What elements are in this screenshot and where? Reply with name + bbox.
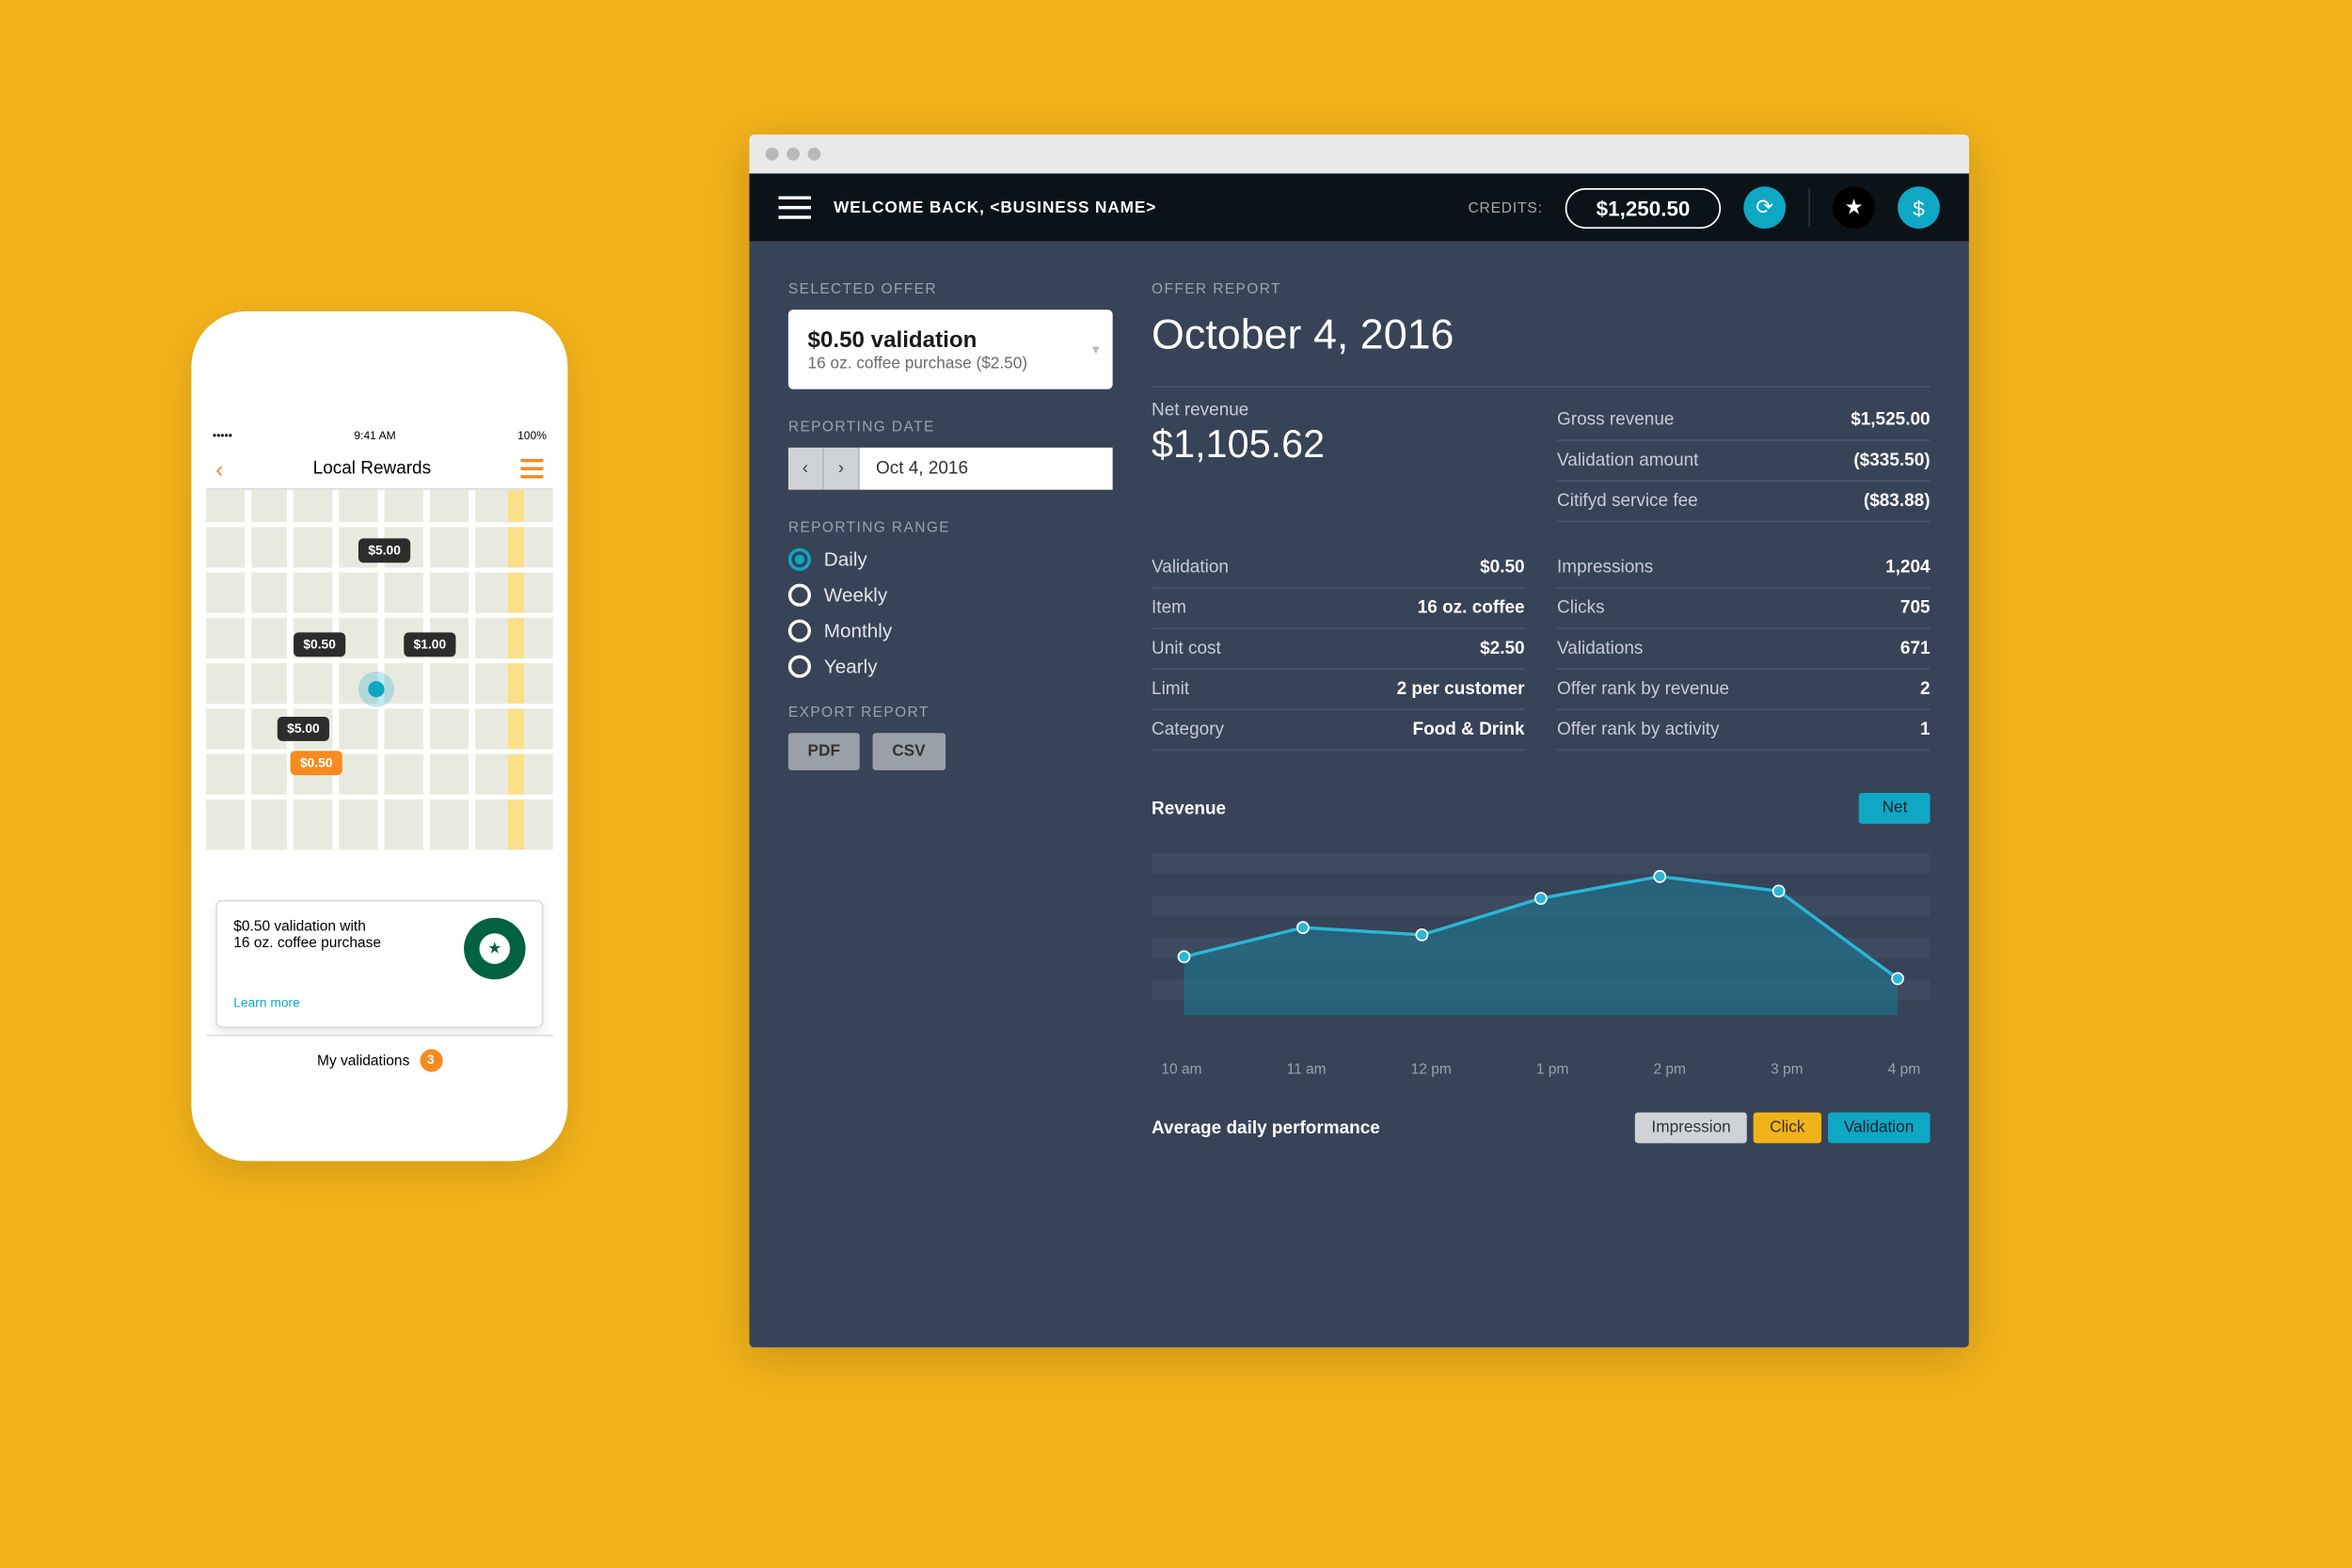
range-daily[interactable]: Daily <box>788 548 1113 571</box>
map-view[interactable]: $5.00 $0.50 $1.00 $5.00 $0.50 <box>206 490 553 850</box>
stat-row: Validation amount($335.50) <box>1557 441 1931 482</box>
export-pdf-button[interactable]: PDF <box>788 733 860 770</box>
avg-performance-section: Average daily performance Impression Cli… <box>1152 1113 1931 1144</box>
map-pin[interactable]: $0.50 <box>294 632 345 657</box>
selected-offer-label: SELECTED OFFER <box>788 280 1113 296</box>
status-bar: ••••• 9:41 AM 100% <box>206 425 553 448</box>
offer-report-label: OFFER REPORT <box>1152 280 1931 296</box>
menu-icon[interactable] <box>779 197 811 219</box>
divider <box>1808 188 1810 227</box>
stat-row: Citifyd service fee($83.88) <box>1557 482 1931 522</box>
selected-offer-dropdown[interactable]: $0.50 validation 16 oz. coffee purchase … <box>788 309 1113 388</box>
date-prev-button[interactable]: ‹ <box>788 448 824 490</box>
chart-x-axis: 10 am11 am12 pm1 pm2 pm3 pm4 pm <box>1152 1060 1931 1076</box>
export-report-label: EXPORT REPORT <box>788 704 1113 720</box>
current-location-dot <box>368 681 384 697</box>
phone-navbar: ‹ Local Rewards <box>206 448 553 490</box>
offer-line1: $0.50 validation with <box>233 918 381 934</box>
stat-row: Clicks705 <box>1557 589 1931 629</box>
star-icon[interactable]: ★ <box>1833 186 1875 229</box>
stat-row: Gross revenue$1,525.00 <box>1557 401 1931 441</box>
reporting-date-label: REPORTING DATE <box>788 419 1113 435</box>
net-revenue-value: $1,105.62 <box>1152 423 1525 468</box>
segment-impression[interactable]: Impression <box>1635 1113 1747 1144</box>
refresh-icon[interactable]: ⟳ <box>1743 186 1786 229</box>
range-radio-group: Daily Weekly Monthly Yearly <box>788 548 1113 678</box>
stat-row: Impressions1,204 <box>1557 548 1931 589</box>
sidebar: SELECTED OFFER $0.50 validation 16 oz. c… <box>788 280 1113 1308</box>
avg-performance-title: Average daily performance <box>1152 1118 1380 1138</box>
date-picker: ‹ › Oct 4, 2016 <box>788 448 1113 490</box>
stat-row: CategoryFood & Drink <box>1152 710 1525 751</box>
offer-line2: 16 oz. coffee purchase <box>233 934 381 950</box>
merchant-logo-icon <box>464 918 526 980</box>
validations-count-badge: 3 <box>420 1049 442 1071</box>
learn-more-link[interactable]: Learn more <box>233 996 300 1011</box>
radio-icon <box>788 584 811 607</box>
map-pin[interactable]: $5.00 <box>278 717 329 741</box>
segment-validation[interactable]: Validation <box>1828 1113 1931 1144</box>
range-weekly[interactable]: Weekly <box>788 584 1113 607</box>
map-pin[interactable]: $5.00 <box>358 538 410 562</box>
net-revenue-label: Net revenue <box>1152 401 1525 420</box>
radio-icon <box>788 655 811 677</box>
stat-row: Offer rank by revenue2 <box>1557 670 1931 710</box>
stat-row: Unit cost$2.50 <box>1152 629 1525 670</box>
battery-label: 100% <box>517 431 547 442</box>
my-validations-label: My validations <box>317 1052 409 1068</box>
revenue-chart-section: Revenue Net 10 am11 am <box>1152 793 1931 1077</box>
revenue-chart <box>1152 837 1931 1048</box>
list-view-icon[interactable] <box>520 458 543 478</box>
line-chart-svg <box>1152 837 1931 1048</box>
offer-title: $0.50 validation <box>808 326 1093 353</box>
credits-label: CREDITS: <box>1468 199 1542 215</box>
welcome-text: WELCOME BACK, <BUSINESS NAME> <box>834 198 1156 216</box>
report-panel: OFFER REPORT October 4, 2016 Net revenue… <box>1152 280 1931 1308</box>
date-field[interactable]: Oct 4, 2016 <box>860 448 1113 490</box>
traffic-light-icon <box>766 148 779 161</box>
stat-row: Validation$0.50 <box>1152 548 1525 589</box>
back-icon[interactable]: ‹ <box>215 455 223 482</box>
credits-amount: $1,250.50 <box>1565 187 1721 228</box>
traffic-light-icon <box>808 148 821 161</box>
dollar-icon[interactable]: $ <box>1898 186 1940 229</box>
segment-buttons: Impression Click Validation <box>1635 1113 1930 1144</box>
stat-row: Item16 oz. coffee <box>1152 589 1525 629</box>
map-pin[interactable]: $1.00 <box>404 632 455 657</box>
radio-icon <box>788 548 811 571</box>
report-title: October 4, 2016 <box>1152 309 1931 359</box>
chart-title: Revenue <box>1152 799 1226 818</box>
range-monthly[interactable]: Monthly <box>788 620 1113 642</box>
stat-row: Validations671 <box>1557 629 1931 670</box>
app-bar: WELCOME BACK, <BUSINESS NAME> CREDITS: $… <box>749 173 1968 241</box>
offer-card[interactable]: $0.50 validation with 16 oz. coffee purc… <box>215 900 543 1028</box>
window-chrome <box>749 135 1968 173</box>
range-yearly[interactable]: Yearly <box>788 655 1113 677</box>
export-csv-button[interactable]: CSV <box>873 733 946 770</box>
map-pin-selected[interactable]: $0.50 <box>291 751 342 775</box>
browser-window: WELCOME BACK, <BUSINESS NAME> CREDITS: $… <box>749 135 1968 1348</box>
net-toggle-button[interactable]: Net <box>1859 793 1930 824</box>
radio-icon <box>788 620 811 642</box>
date-next-button[interactable]: › <box>824 448 860 490</box>
traffic-light-icon <box>787 148 800 161</box>
stat-row: Offer rank by activity1 <box>1557 710 1931 751</box>
my-validations-bar[interactable]: My validations 3 <box>206 1035 553 1084</box>
reporting-range-label: REPORTING RANGE <box>788 519 1113 535</box>
status-time: 9:41 AM <box>354 431 395 442</box>
offer-subtitle: 16 oz. coffee purchase ($2.50) <box>808 356 1093 373</box>
chevron-down-icon: ▾ <box>1092 341 1100 358</box>
nav-title: Local Rewards <box>313 458 431 478</box>
segment-click[interactable]: Click <box>1754 1113 1821 1144</box>
signal-dots: ••••• <box>213 431 232 442</box>
phone-mockup: ••••• 9:41 AM 100% ‹ Local Rewards $5.00 <box>191 311 567 1161</box>
phone-screen: ••••• 9:41 AM 100% ‹ Local Rewards $5.00 <box>206 425 553 1084</box>
dashboard: SELECTED OFFER $0.50 validation 16 oz. c… <box>749 242 1968 1348</box>
stat-row: Limit2 per customer <box>1152 670 1525 710</box>
